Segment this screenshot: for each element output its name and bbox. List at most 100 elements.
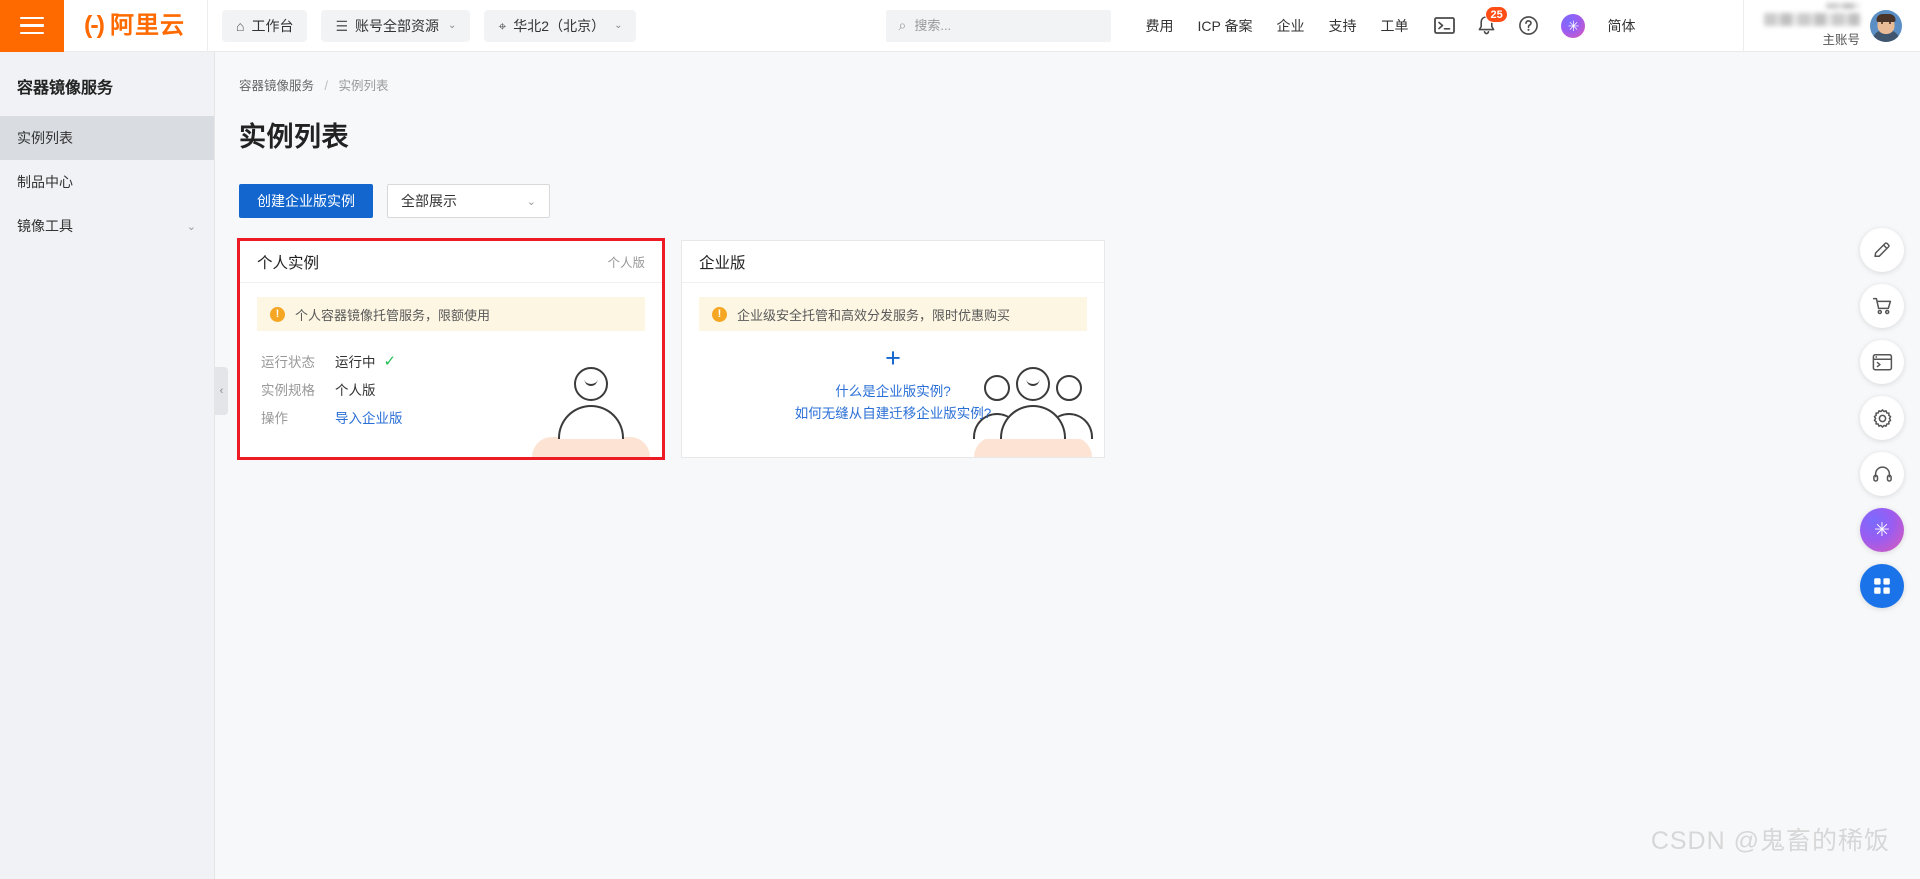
migrate-to-enterprise-link[interactable]: 如何无缝从自建迁移企业版实例? xyxy=(795,403,992,425)
account-type-label: 主账号 xyxy=(1822,33,1860,47)
enterprise-card-body: + 什么是企业版实例? 如何无缝从自建迁移企业版实例? xyxy=(682,331,1104,425)
workbench-label: 工作台 xyxy=(251,17,294,34)
header-link-support[interactable]: 支持 xyxy=(1328,16,1356,36)
sidebar-collapse-handle[interactable]: ‹ xyxy=(215,367,228,415)
display-filter-value: 全部展示 xyxy=(401,193,457,209)
language-switcher[interactable]: 简体 xyxy=(1607,16,1635,36)
hamburger-menu-icon[interactable] xyxy=(0,0,64,52)
ai-sparkle-glyph: ✳ xyxy=(1561,13,1586,38)
action-value-wrap: 导入企业版 xyxy=(335,407,403,427)
top-header: (-) 阿里云 ⌂ 工作台 ☰ 账号全部资源 ⌄ ⌖ 华北2（北京） ⌄ ⌕ 费… xyxy=(0,0,1920,52)
detail-row-action: 操作 导入企业版 xyxy=(261,403,662,431)
breadcrumb-root[interactable]: 容器镜像服务 xyxy=(239,79,314,93)
notification-bell-icon[interactable]: 25 xyxy=(1477,6,1508,36)
notification-badge: 25 xyxy=(1485,6,1508,23)
user-account-area[interactable]: 主账号 xyxy=(1743,0,1920,52)
personal-card-alert: ! 个人容器镜像托管服务，限额使用 xyxy=(257,297,645,331)
personal-card-header: 个人实例 个人版 xyxy=(240,241,662,283)
enterprise-card-header: 企业版 xyxy=(682,241,1104,283)
sidebar-item-label: 镜像工具 xyxy=(17,218,73,234)
search-icon: ⌕ xyxy=(898,17,907,33)
ai-assistant-icon[interactable]: ✳ xyxy=(1561,13,1586,38)
csdn-watermark: CSDN @鬼畜的稀饭 xyxy=(1650,827,1890,855)
sidebar-item-label: 实例列表 xyxy=(17,130,73,146)
search-input[interactable] xyxy=(914,18,1100,33)
region-label: 华北2（北京） xyxy=(513,17,606,34)
personal-instance-card[interactable]: 个人实例 个人版 ! 个人容器镜像托管服务，限额使用 运行状态 运行中 ✓ 实例… xyxy=(237,238,665,460)
enterprise-alert-text: 企业级安全托管和高效分发服务，限时优惠购买 xyxy=(737,307,1011,323)
shopping-cart-icon[interactable] xyxy=(1860,284,1904,328)
warning-icon: ! xyxy=(270,306,285,322)
sidebar-title: 容器镜像服务 xyxy=(17,80,114,97)
sidebar-item-artifact-center[interactable]: 制品中心 xyxy=(0,160,214,204)
personal-card-tag: 个人版 xyxy=(607,256,645,270)
status-key: 运行状态 xyxy=(261,355,315,370)
instance-cards-container: 个人实例 个人版 ! 个人容器镜像托管服务，限额使用 运行状态 运行中 ✓ 实例… xyxy=(215,218,1920,460)
global-search-box[interactable]: ⌕ xyxy=(886,9,1112,42)
left-sidebar: 容器镜像服务 实例列表 制品中心 镜像工具 ⌄ xyxy=(0,52,215,879)
sidebar-item-image-tools[interactable]: 镜像工具 ⌄ xyxy=(0,204,214,248)
breadcrumb: 容器镜像服务 / 实例列表 xyxy=(215,52,1920,94)
content-toolbar: 创建企业版实例 全部展示 ⌄ xyxy=(215,154,1920,218)
apps-grid-icon[interactable] xyxy=(1860,564,1904,608)
workbench-nav-button[interactable]: ⌂ 工作台 xyxy=(221,9,308,42)
personal-card-details: 运行状态 运行中 ✓ 实例规格 个人版 操作 导入企业版 xyxy=(240,331,662,431)
chevron-down-icon: ⌄ xyxy=(526,195,536,208)
status-value: 运行中 xyxy=(335,355,376,370)
console-window-icon[interactable] xyxy=(1860,340,1904,384)
help-question-icon[interactable] xyxy=(1518,15,1539,36)
check-icon: ✓ xyxy=(383,353,397,370)
detail-row-spec: 实例规格 个人版 xyxy=(261,375,662,403)
account-resources-dropdown[interactable]: ☰ 账号全部资源 ⌄ xyxy=(321,9,471,42)
edit-pencil-icon[interactable] xyxy=(1860,228,1904,272)
enterprise-card-alert: ! 企业级安全托管和高效分发服务，限时优惠购买 xyxy=(699,297,1087,331)
home-icon: ⌂ xyxy=(235,17,245,34)
chevron-down-icon: ⌄ xyxy=(186,220,196,233)
header-link-ticket[interactable]: 工单 xyxy=(1380,16,1408,36)
username-masked-top xyxy=(1826,3,1860,9)
user-name-block: 主账号 xyxy=(1764,3,1860,48)
main-content: 容器镜像服务 / 实例列表 实例列表 创建企业版实例 全部展示 ⌄ 个人实例 个… xyxy=(215,52,1920,879)
page-title: 实例列表 xyxy=(239,122,349,152)
header-link-fee[interactable]: 费用 xyxy=(1145,16,1173,36)
spec-value: 个人版 xyxy=(335,383,376,398)
username-masked xyxy=(1764,13,1860,26)
action-key: 操作 xyxy=(261,411,288,426)
header-nav-links: 费用 ICP 备案 企业 支持 工单 xyxy=(1145,16,1408,36)
user-avatar[interactable] xyxy=(1870,9,1902,42)
create-enterprise-instance-button[interactable]: 创建企业版实例 xyxy=(239,184,373,218)
aliyun-logo-mark: (-) xyxy=(84,11,105,39)
warning-icon: ! xyxy=(712,306,727,322)
chevron-down-icon: ⌄ xyxy=(614,20,623,31)
enterprise-instance-card[interactable]: 企业版 ! 企业级安全托管和高效分发服务，限时优惠购买 + 什么是企业版实例? … xyxy=(681,240,1105,458)
aliyun-logo[interactable]: (-) 阿里云 xyxy=(64,0,208,52)
sidebar-item-label: 制品中心 xyxy=(17,174,73,190)
enterprise-card-title: 企业版 xyxy=(699,254,746,272)
ai-sparkle-glyph: ✳ xyxy=(1874,519,1890,541)
breadcrumb-current: 实例列表 xyxy=(338,79,389,93)
detail-row-status: 运行状态 运行中 ✓ xyxy=(261,347,662,375)
header-link-icp[interactable]: ICP 备案 xyxy=(1197,16,1252,36)
header-icon-group: 25 ✳ xyxy=(1434,6,1586,38)
location-pin-icon: ⌖ xyxy=(498,17,507,34)
personal-alert-text: 个人容器镜像托管服务，限额使用 xyxy=(295,307,491,323)
resource-icon: ☰ xyxy=(335,17,349,34)
ai-sparkle-icon[interactable]: ✳ xyxy=(1860,508,1904,552)
chevron-down-icon: ⌄ xyxy=(448,20,457,31)
aliyun-logo-text: 阿里云 xyxy=(109,11,185,39)
right-float-toolbar: ✳ xyxy=(1860,228,1904,608)
region-selector[interactable]: ⌖ 华北2（北京） ⌄ xyxy=(484,9,637,42)
sidebar-item-instance-list[interactable]: 实例列表 xyxy=(0,116,214,160)
header-link-enterprise[interactable]: 企业 xyxy=(1276,16,1304,36)
spec-key: 实例规格 xyxy=(261,383,315,398)
what-is-enterprise-link[interactable]: 什么是企业版实例? xyxy=(835,381,951,403)
personal-card-title: 个人实例 xyxy=(257,254,320,272)
gear-settings-icon[interactable] xyxy=(1860,396,1904,440)
display-filter-select[interactable]: 全部展示 ⌄ xyxy=(387,184,550,218)
terminal-icon[interactable] xyxy=(1434,17,1456,34)
headset-support-icon[interactable] xyxy=(1860,452,1904,496)
plus-icon[interactable]: + xyxy=(885,345,901,372)
status-value-wrap: 运行中 ✓ xyxy=(335,351,396,371)
breadcrumb-separator: / xyxy=(324,79,328,93)
import-to-enterprise-link[interactable]: 导入企业版 xyxy=(335,407,403,427)
